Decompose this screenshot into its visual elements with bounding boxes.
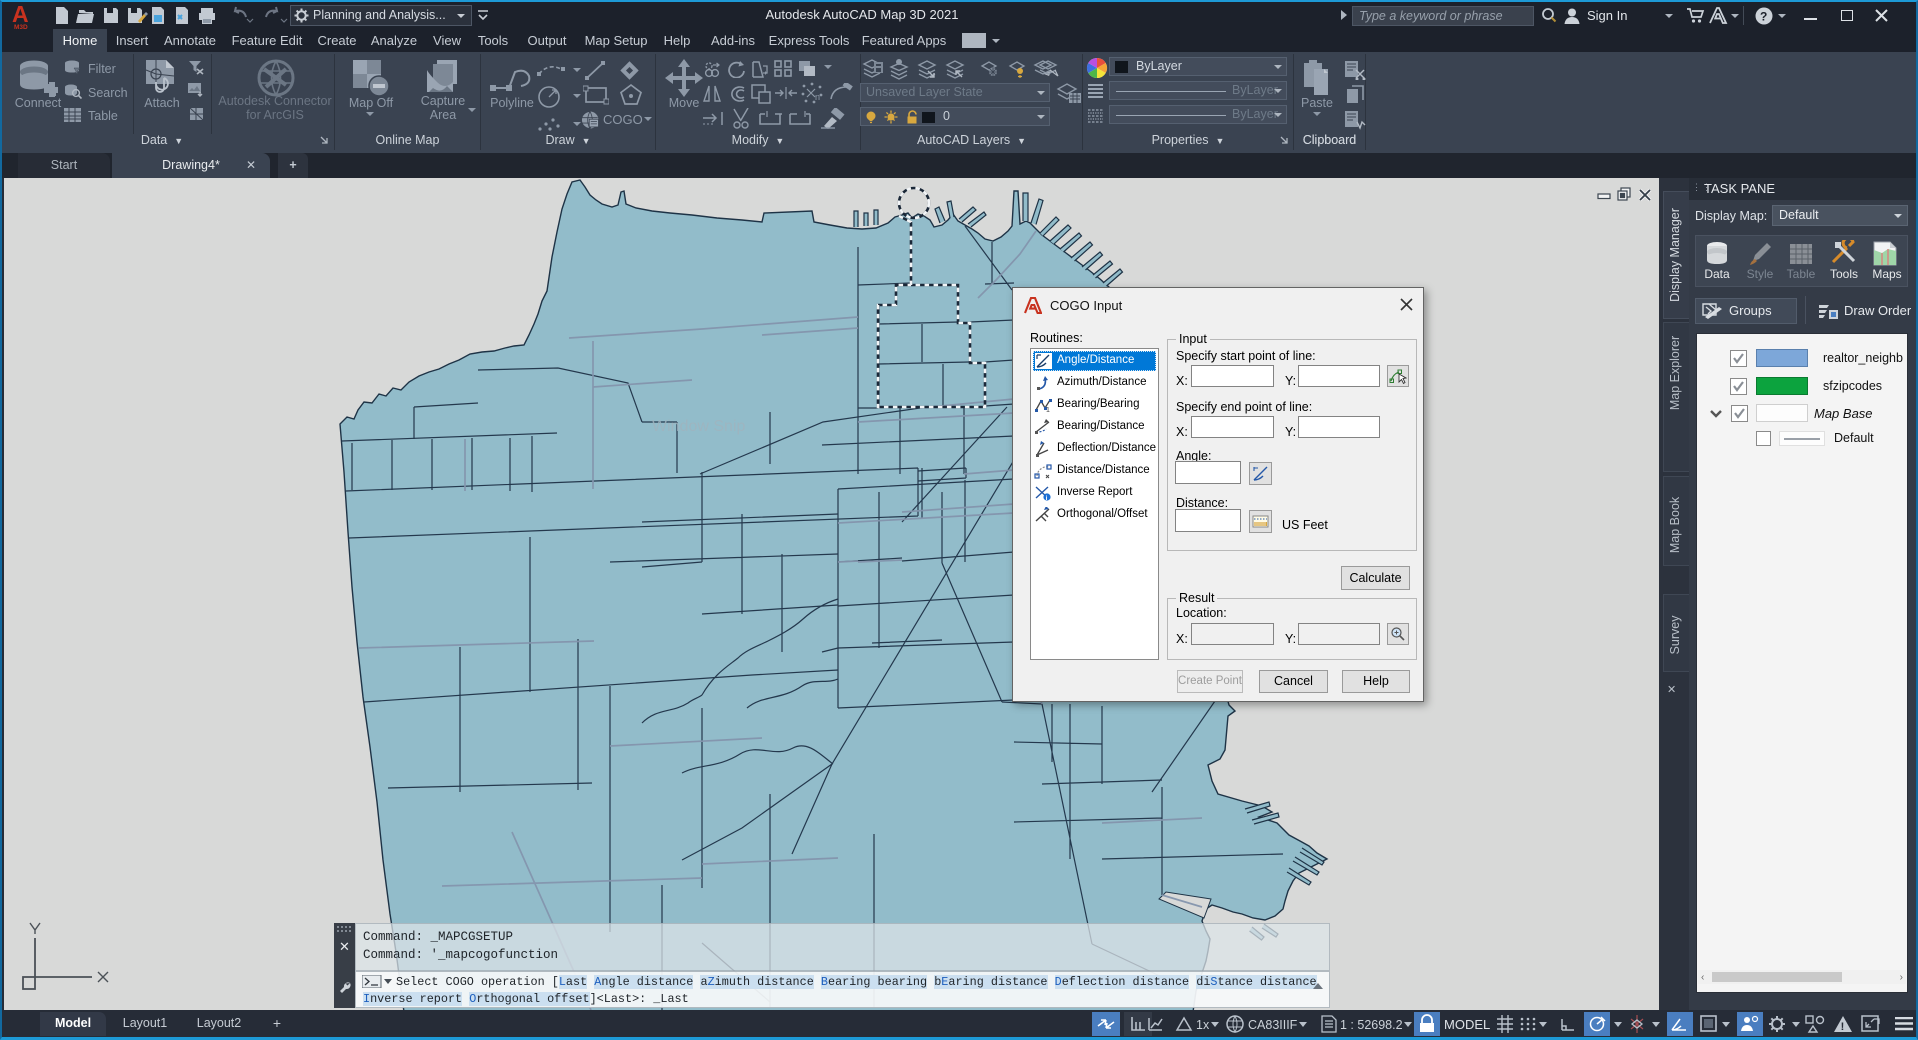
svg-text:n: n <box>815 92 820 102</box>
svg-text:1 : 52698.2: 1 : 52698.2 <box>1340 1018 1403 1032</box>
svg-text:i: i <box>1046 495 1048 501</box>
svg-text:1: 1 <box>1046 407 1050 413</box>
svg-text:CA83IIIF: CA83IIIF <box>1248 1018 1298 1032</box>
svg-text:MODEL: MODEL <box>1444 1017 1490 1032</box>
svg-text:1x: 1x <box>1196 1018 1210 1032</box>
svg-text:!: ! <box>1841 1021 1845 1033</box>
svg-text:?: ? <box>1760 10 1767 24</box>
svg-text:Window Snip: Window Snip <box>652 418 745 435</box>
